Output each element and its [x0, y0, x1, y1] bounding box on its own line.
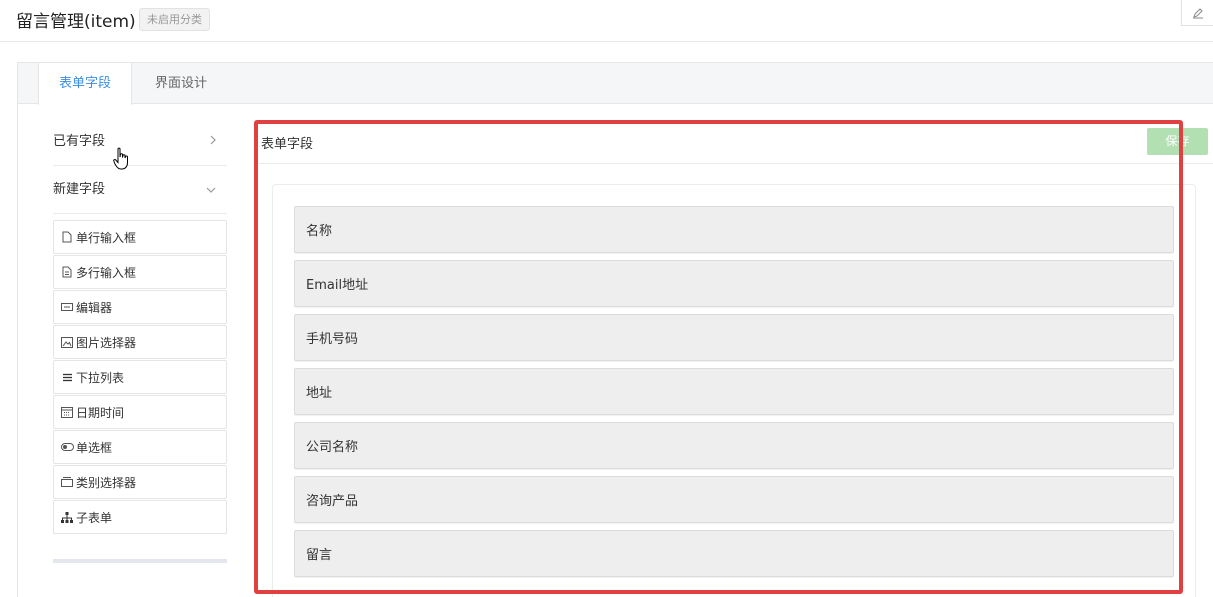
form-field-row[interactable]: 名称: [294, 206, 1174, 253]
field-type-label: 日期时间: [76, 405, 125, 420]
chevron-right-icon: [209, 118, 217, 166]
field-type-subform[interactable]: 子表单: [53, 500, 227, 534]
editor-icon: [60, 300, 74, 314]
field-type-label: 编辑器: [76, 300, 113, 315]
field-type-label: 单行输入框: [76, 230, 137, 245]
edit-button[interactable]: [1181, 0, 1213, 26]
field-type-label: 类别选择器: [76, 475, 137, 490]
form-field-row[interactable]: 留言: [294, 530, 1174, 577]
tab-bar: 表单字段 界面设计: [18, 63, 1213, 105]
page-header: 留言管理(item) 未启用分类: [0, 0, 1213, 42]
form-field-row[interactable]: 手机号码: [294, 314, 1174, 361]
field-type-category-picker[interactable]: 类别选择器: [53, 465, 227, 499]
file-icon: [60, 230, 74, 244]
calendar-icon: [60, 405, 74, 419]
new-field-type-list: 单行输入框 多行输入框 编辑器 图片选择器 下拉列表 日期时间 单选框 类别选择…: [53, 220, 227, 534]
field-type-dropdown[interactable]: 下拉列表: [53, 360, 227, 394]
form-field-canvas: 名称 Email地址 手机号码 地址 公司名称 咨询产品 留言: [272, 184, 1196, 597]
tab-ui-design[interactable]: 界面设计: [135, 63, 227, 104]
field-type-radio[interactable]: 单选框: [53, 430, 227, 464]
field-type-single-line-input[interactable]: 单行输入框: [53, 220, 227, 254]
page-title: 留言管理(item): [16, 12, 136, 32]
field-type-datetime[interactable]: 日期时间: [53, 395, 227, 429]
content-title: 表单字段: [261, 137, 314, 152]
chevron-down-icon: [205, 166, 217, 214]
field-type-label: 子表单: [76, 510, 113, 525]
file-text-icon: [60, 265, 74, 279]
content-header: 表单字段 保存: [255, 118, 1213, 164]
sitemap-icon: [60, 510, 74, 524]
field-sidebar: 已有字段 新建字段 单行输入框 多行输入框 编辑器 图片选择器 下拉列表 日期时…: [53, 118, 227, 563]
field-type-label: 下拉列表: [76, 370, 125, 385]
sidebar-scrollbar[interactable]: [53, 559, 227, 563]
list-icon: [60, 370, 74, 384]
field-type-multi-line-input[interactable]: 多行输入框: [53, 255, 227, 289]
existing-fields-toggle[interactable]: 已有字段: [53, 118, 227, 166]
field-type-label: 单选框: [76, 440, 113, 455]
image-icon: [60, 335, 74, 349]
toggle-icon: [60, 440, 74, 454]
new-fields-toggle[interactable]: 新建字段: [53, 166, 227, 214]
save-button[interactable]: 保存: [1147, 128, 1208, 155]
field-type-image-picker[interactable]: 图片选择器: [53, 325, 227, 359]
field-type-label: 图片选择器: [76, 335, 137, 350]
new-fields-label: 新建字段: [53, 182, 106, 197]
pencil-icon: [1192, 7, 1203, 18]
form-field-row[interactable]: 公司名称: [294, 422, 1174, 469]
form-field-row[interactable]: Email地址: [294, 260, 1174, 307]
form-designer-panel: 表单字段 界面设计 已有字段 新建字段 单行输入框 多行输入框 编辑器 图片选择…: [17, 62, 1213, 597]
form-fields-content: 表单字段 保存 名称 Email地址 手机号码 地址 公司名称 咨询产品 留言: [255, 118, 1213, 597]
field-type-label: 多行输入框: [76, 265, 137, 280]
form-field-row[interactable]: 咨询产品: [294, 476, 1174, 523]
existing-fields-label: 已有字段: [53, 134, 106, 149]
form-field-row[interactable]: 地址: [294, 368, 1174, 415]
tab-form-fields[interactable]: 表单字段: [38, 63, 133, 105]
field-type-editor[interactable]: 编辑器: [53, 290, 227, 324]
category-status-badge: 未启用分类: [139, 8, 210, 31]
folder-icon: [60, 475, 74, 489]
